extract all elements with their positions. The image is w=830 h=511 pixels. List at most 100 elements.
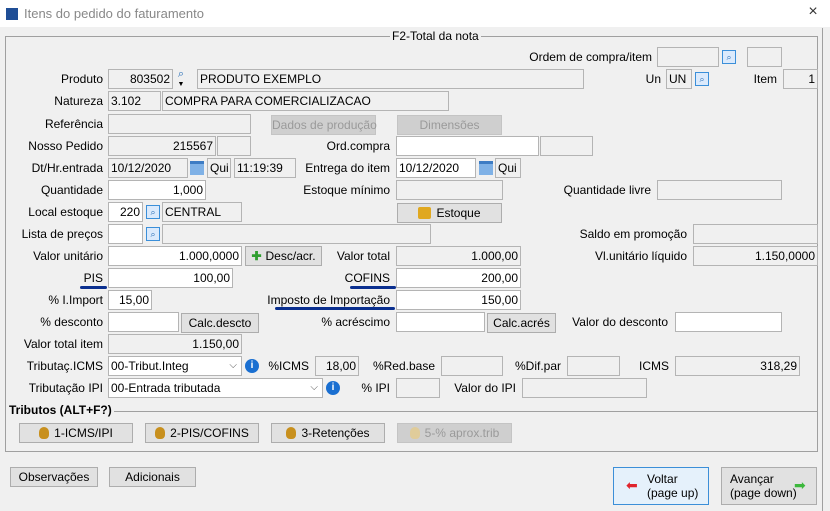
- valor-total-item-input: 1.150,00: [108, 334, 242, 354]
- i-import-input[interactable]: 15,00: [108, 290, 152, 310]
- calendar-icon[interactable]: [479, 161, 493, 175]
- lista-precos-label: Lista de preços: [21, 227, 103, 241]
- lista-precos-desc: [162, 224, 431, 244]
- trib-ipi-select[interactable]: 00-Entrada tributada ⌵: [108, 378, 323, 398]
- tributos-heading: Tributos (ALT+F?): [9, 403, 112, 417]
- chevron-down-icon: ⌵: [310, 382, 318, 393]
- money-bag-icon: [155, 427, 166, 439]
- adicionais-button[interactable]: Adicionais: [109, 467, 196, 487]
- pis-cofins-button[interactable]: 2-PIS/COFINS: [145, 423, 259, 443]
- i-import-label: % I.Import: [48, 293, 103, 307]
- estoque-minimo-input[interactable]: [396, 180, 503, 200]
- cofins-input[interactable]: 200,00: [396, 268, 521, 288]
- voltar-button[interactable]: ⬅ Voltar (page up): [613, 467, 709, 505]
- dimensoes-button[interactable]: Dimensões: [397, 115, 502, 135]
- search-dropdown-icon[interactable]: ⌕ ▼: [175, 69, 187, 89]
- natureza-label: Natureza: [54, 94, 103, 108]
- imposto-importacao-input[interactable]: 150,00: [396, 290, 521, 310]
- ordem-item-input[interactable]: [747, 47, 782, 67]
- valor-desconto-label: Valor do desconto: [572, 315, 668, 329]
- box-icon: [418, 207, 432, 219]
- item-input[interactable]: 1: [783, 69, 818, 89]
- p-ipi-input: [396, 378, 440, 398]
- valor-desconto-input[interactable]: [675, 312, 782, 332]
- entrega-label: Entrega do item: [305, 161, 390, 175]
- cofins-label: COFINS: [344, 271, 390, 285]
- icms-ipi-button[interactable]: 1-ICMS/IPI: [19, 423, 133, 443]
- chevron-down-icon: ⌵: [229, 360, 237, 371]
- calendar-icon[interactable]: [190, 161, 204, 175]
- estoque-minimo-label: Estoque mínimo: [303, 183, 390, 197]
- retencoes-button[interactable]: 3-Retenções: [271, 423, 385, 443]
- natureza-code-input[interactable]: 3.102: [108, 91, 161, 111]
- search-icon[interactable]: ⌕: [695, 72, 709, 86]
- window-title: Itens do pedido do faturamento: [24, 6, 204, 21]
- local-estoque-desc: CENTRAL: [162, 202, 242, 222]
- valor-ipi-label: Valor do IPI: [454, 381, 516, 395]
- un-input[interactable]: UN: [666, 69, 692, 89]
- money-bag-icon: [39, 427, 50, 439]
- arrow-right-icon: ➡: [794, 477, 806, 493]
- red-base-input: [441, 356, 503, 376]
- info-icon[interactable]: i: [245, 359, 259, 373]
- dt-entrada-input[interactable]: 10/12/2020: [108, 158, 188, 178]
- acrescimo-input[interactable]: [396, 312, 485, 332]
- item-label: Item: [753, 72, 777, 86]
- saldo-promocao-input[interactable]: [693, 224, 818, 244]
- observacoes-button[interactable]: Observações: [10, 467, 98, 487]
- p-icms-input: 18,00: [315, 356, 359, 376]
- natureza-desc-input[interactable]: COMPRA PARA COMERCIALIZACAO: [162, 91, 449, 111]
- valor-unitario-label: Valor unitário: [33, 249, 103, 263]
- quantidade-livre-input[interactable]: [657, 180, 782, 200]
- estoque-button[interactable]: Estoque: [397, 203, 502, 223]
- trib-icms-select[interactable]: 00-Tribut.Integ ⌵: [108, 356, 242, 376]
- dados-producao-button[interactable]: Dados de produção: [271, 115, 377, 135]
- ord-compra-item-input[interactable]: [540, 136, 593, 156]
- referencia-label: Referência: [44, 117, 103, 131]
- trib-icms-label: Tributaç.ICMS: [26, 359, 103, 373]
- produto-code-input[interactable]: 803502: [108, 69, 173, 89]
- search-icon[interactable]: ⌕: [146, 227, 160, 241]
- valor-ipi-input: [522, 378, 647, 398]
- vl-unit-liquido-label: Vl.unitário líquido: [594, 249, 687, 263]
- cofins-underline: [350, 286, 396, 289]
- valor-total-input: 1.000,00: [396, 246, 521, 266]
- divider: [114, 411, 817, 412]
- ord-compra-input[interactable]: [396, 136, 539, 156]
- dif-par-input: [567, 356, 620, 376]
- dif-par-label: %Dif.par: [514, 359, 561, 373]
- plus-minus-icon: ✚: [251, 249, 262, 263]
- search-icon[interactable]: ⌕: [146, 205, 160, 219]
- nosso-pedido-item-input[interactable]: [217, 136, 251, 156]
- calc-desconto-button[interactable]: Calc.descto: [181, 313, 259, 333]
- lista-precos-input[interactable]: [108, 224, 143, 244]
- hr-entrada-input[interactable]: 11:19:39: [234, 158, 296, 178]
- arrow-left-icon: ⬅: [626, 477, 638, 493]
- info-icon[interactable]: i: [326, 381, 340, 395]
- dt-entrada-label: Dt/Hr.entrada: [31, 161, 103, 175]
- ordem-input[interactable]: [657, 47, 719, 67]
- dia-entrega: Qui: [495, 158, 521, 178]
- dia-entrada: Qui: [207, 158, 231, 178]
- search-icon[interactable]: ⌕: [722, 50, 736, 64]
- produto-desc-input[interactable]: PRODUTO EXEMPLO: [197, 69, 584, 89]
- valor-unitario-input[interactable]: 1.000,0000: [108, 246, 242, 266]
- local-estoque-input[interactable]: 220: [108, 202, 143, 222]
- quantidade-label: Quantidade: [40, 183, 103, 197]
- valor-total-item-label: Valor total item: [23, 337, 103, 351]
- desconto-input[interactable]: [108, 312, 179, 332]
- entrega-input[interactable]: 10/12/2020: [396, 158, 476, 178]
- ord-compra-label: Ord.compra: [326, 139, 390, 153]
- quantidade-livre-label: Quantidade livre: [563, 183, 651, 197]
- local-estoque-label: Local estoque: [28, 205, 103, 219]
- avancar-button[interactable]: Avançar (page down) ➡: [721, 467, 817, 505]
- aprox-trib-button[interactable]: 5-% aprox.trib: [397, 423, 512, 443]
- close-button[interactable]: ×: [804, 3, 822, 21]
- pis-input[interactable]: 100,00: [108, 268, 233, 288]
- calc-acrescimo-button[interactable]: Calc.acrés: [487, 313, 556, 333]
- referencia-input[interactable]: [108, 114, 251, 134]
- quantidade-input[interactable]: 1,000: [108, 180, 206, 200]
- trib-ipi-label: Tributação IPI: [28, 381, 103, 395]
- nosso-pedido-input[interactable]: 215567: [108, 136, 216, 156]
- scrollbar[interactable]: [822, 28, 830, 511]
